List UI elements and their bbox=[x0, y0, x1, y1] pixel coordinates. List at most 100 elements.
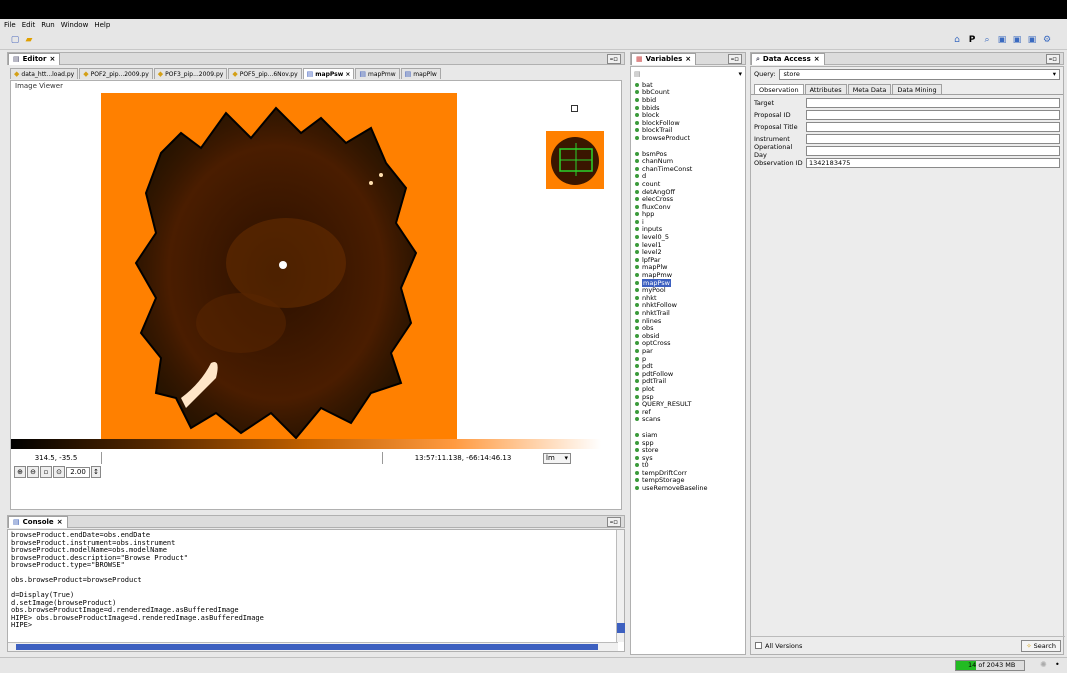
console-tab[interactable]: ▤ Console × bbox=[8, 515, 68, 528]
open-folder-icon[interactable]: ▰ bbox=[24, 35, 34, 45]
doc-tab-pof2-pip-2009-py[interactable]: ◆ POF2_pip...2009.py bbox=[79, 68, 153, 79]
variable-dot-icon bbox=[635, 440, 639, 445]
variable-dot-icon bbox=[635, 417, 639, 422]
field-observation-id-input[interactable]: 1342183475 bbox=[806, 157, 1060, 168]
window-a-icon[interactable]: ▣ bbox=[997, 35, 1007, 45]
query-label: Query: bbox=[754, 70, 776, 78]
zoom-value[interactable]: 2.00 bbox=[66, 466, 90, 478]
variable-dot-icon bbox=[635, 364, 639, 369]
variable-item-scans[interactable]: scans bbox=[631, 415, 745, 423]
doc-tab-data-htt-load-py[interactable]: ◆ data_htt...load.py bbox=[10, 68, 79, 79]
field-proposal-id-input[interactable] bbox=[806, 109, 1060, 120]
data-access-footer: All Versions ✧ Search bbox=[751, 636, 1065, 654]
menu-help[interactable]: Help bbox=[94, 21, 110, 29]
doc-tab-mapplw[interactable]: ▤ mapPlw bbox=[400, 68, 441, 79]
all-versions-checkbox[interactable] bbox=[755, 642, 762, 649]
variable-dot-icon bbox=[635, 250, 639, 255]
tab-data-mining[interactable]: Data Mining bbox=[892, 84, 942, 94]
field-proposal-title-input[interactable] bbox=[806, 121, 1060, 132]
zoom-spinner-icon[interactable]: ↕ bbox=[91, 466, 101, 478]
python-file-icon: ◆ bbox=[157, 70, 164, 78]
close-icon[interactable]: × bbox=[49, 55, 55, 63]
zoom-in-icon[interactable]: ⊕ bbox=[14, 466, 26, 478]
memory-indicator[interactable]: 14 of 2043 MB bbox=[955, 660, 1025, 671]
minimize-maximize-button[interactable]: –▫ bbox=[606, 53, 621, 64]
data-access-tab[interactable]: ⌕ Data Access × bbox=[751, 52, 825, 65]
hscrollbar-thumb[interactable] bbox=[16, 644, 598, 650]
query-select[interactable]: store ▾ bbox=[779, 68, 1060, 80]
console-scrollbar[interactable] bbox=[616, 530, 625, 642]
doc-tab-pof5-pip-6nov-py[interactable]: ◆ POF5_pip...6Nov.py bbox=[228, 68, 302, 79]
variable-item-chantimeconst[interactable]: chanTimeConst bbox=[631, 165, 745, 173]
variable-item-hpp[interactable]: hpp bbox=[631, 210, 745, 218]
tab-observation[interactable]: Observation bbox=[754, 84, 804, 94]
doc-tab-pof3-pip-2009-py[interactable]: ◆ POF3_pip...2009.py bbox=[153, 68, 228, 79]
menu-run[interactable]: Run bbox=[41, 21, 54, 29]
top-black-bar bbox=[0, 0, 1067, 19]
search-button[interactable]: ✧ Search bbox=[1021, 639, 1061, 652]
menu-window[interactable]: Window bbox=[61, 21, 89, 29]
image-viewer-label: Image Viewer bbox=[15, 82, 63, 90]
variable-dot-icon bbox=[635, 470, 639, 475]
home-icon[interactable]: ⌂ bbox=[952, 35, 962, 45]
editor-tab[interactable]: ▤ Editor × bbox=[8, 52, 61, 65]
doc-tab-label: mapPlw bbox=[413, 70, 437, 78]
search-magnify-icon[interactable]: ⌕ bbox=[982, 35, 992, 45]
thumbnail-navigator[interactable] bbox=[546, 131, 604, 189]
tab-meta-data[interactable]: Meta Data bbox=[847, 84, 892, 94]
minimize-maximize-button[interactable]: –▫ bbox=[727, 53, 742, 64]
filter-icon[interactable]: ▤ bbox=[634, 70, 641, 78]
doc-tab-mappsw[interactable]: ▤ mapPsw × bbox=[302, 68, 355, 79]
variable-dot-icon bbox=[635, 159, 639, 164]
variable-dot-icon bbox=[635, 97, 639, 102]
variable-dot-icon bbox=[635, 227, 639, 232]
perspective-p-icon[interactable]: P bbox=[967, 35, 977, 45]
variable-item-useremovebaseline[interactable]: useRemoveBaseline bbox=[631, 484, 745, 492]
gc-icon[interactable]: ✺ bbox=[1040, 660, 1047, 669]
console-output[interactable]: browseProduct.endDate=obs.endDate browseP… bbox=[7, 529, 625, 652]
variable-item-par[interactable]: par bbox=[631, 347, 745, 355]
variable-dot-icon bbox=[635, 478, 639, 483]
field-target-input[interactable] bbox=[806, 97, 1060, 108]
variable-dot-icon bbox=[635, 379, 639, 384]
close-icon[interactable]: × bbox=[345, 71, 350, 78]
chevron-down-icon[interactable]: ▾ bbox=[738, 70, 742, 78]
menu-file[interactable]: File bbox=[4, 21, 16, 29]
new-file-icon[interactable]: ▢ bbox=[10, 35, 20, 45]
variable-dot-icon bbox=[635, 189, 639, 194]
overview-toggle[interactable] bbox=[571, 105, 578, 112]
python-file-icon: ◆ bbox=[232, 70, 238, 78]
close-icon[interactable]: × bbox=[685, 55, 691, 63]
field-operational-day-input[interactable] bbox=[806, 145, 1060, 156]
variable-dot-icon bbox=[635, 113, 639, 118]
window-c-icon[interactable]: ▣ bbox=[1027, 35, 1037, 45]
tab-attributes[interactable]: Attributes bbox=[804, 84, 847, 94]
zoom-out-icon[interactable]: ⊖ bbox=[27, 466, 39, 478]
zoom-reset-icon[interactable]: ⊙ bbox=[53, 466, 65, 478]
variables-tab[interactable]: ▦ Variables × bbox=[631, 52, 697, 65]
variable-item-browseproduct[interactable]: browseProduct bbox=[631, 134, 745, 142]
map-image[interactable] bbox=[101, 93, 457, 443]
minimize-maximize-button[interactable]: –▫ bbox=[606, 516, 621, 527]
console-header: ▤ Console × –▫ bbox=[7, 515, 625, 528]
variable-dot-icon bbox=[635, 212, 639, 217]
variables-toolbar: ▤ ▾ bbox=[631, 67, 745, 81]
console-hscrollbar[interactable] bbox=[8, 642, 618, 651]
variable-dot-icon bbox=[635, 448, 639, 453]
variable-dot-icon bbox=[635, 181, 639, 186]
doc-tab-label: mapPsw bbox=[315, 70, 344, 78]
scale-mode-select[interactable]: lm ▾ bbox=[543, 452, 571, 464]
zoom-fit-icon[interactable]: ▫ bbox=[40, 466, 52, 478]
close-icon[interactable]: × bbox=[57, 518, 63, 526]
menu-edit[interactable]: Edit bbox=[22, 21, 36, 29]
minimize-maximize-button[interactable]: –▫ bbox=[1045, 53, 1060, 64]
window-b-icon[interactable]: ▣ bbox=[1012, 35, 1022, 45]
doc-tab-mappmw[interactable]: ▤ mapPmw bbox=[355, 68, 400, 79]
variable-dot-icon bbox=[635, 235, 639, 240]
gear-icon[interactable]: ⚙ bbox=[1042, 35, 1052, 45]
field-instrument-input[interactable] bbox=[806, 133, 1060, 144]
scrollbar-thumb[interactable] bbox=[617, 623, 625, 633]
variable-dot-icon bbox=[635, 463, 639, 468]
close-icon[interactable]: × bbox=[814, 55, 820, 63]
console-line: obs.browseProduct=browseProduct bbox=[11, 576, 142, 584]
